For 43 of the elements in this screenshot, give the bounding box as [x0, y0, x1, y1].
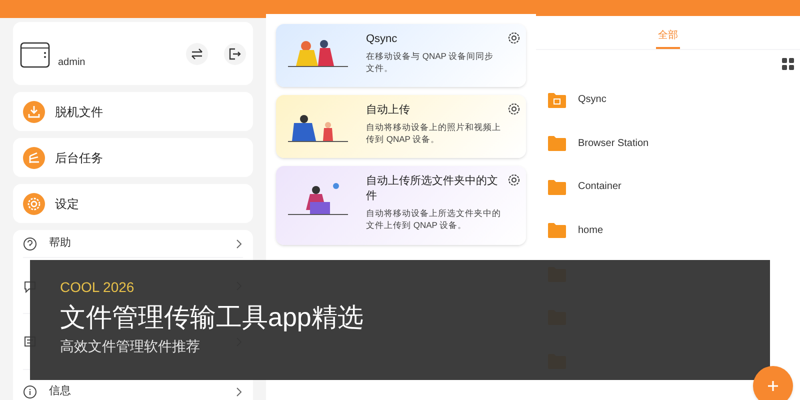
plus-icon — [767, 380, 779, 392]
folder-row[interactable]: Qsync — [536, 78, 800, 122]
chevron-right-icon — [235, 386, 243, 396]
stack-icon — [23, 146, 45, 168]
menu-link[interactable]: 信息 — [49, 383, 223, 400]
card-description: 在移动设备与 QNAP 设备间同步文件。 — [366, 50, 495, 74]
download-icon — [23, 100, 45, 122]
chevron-right-icon — [235, 238, 243, 248]
info-icon — [23, 384, 37, 398]
logout-icon — [229, 48, 241, 60]
menu-item[interactable]: 脱机文件 — [13, 92, 253, 131]
menu-item[interactable]: 后台任务 — [13, 138, 253, 177]
banner-subtitle: 高效文件管理软件推荐 — [60, 337, 201, 356]
grid-view-icon[interactable] — [782, 58, 794, 70]
settings-icon — [23, 192, 45, 214]
card-description: 自动将移动设备上的照片和视频上传到 QNAP 设备。 — [366, 121, 502, 145]
folder-icon — [548, 135, 566, 152]
card-title: Qsync — [366, 32, 398, 47]
folder-row[interactable]: Container — [536, 165, 800, 208]
feature-card[interactable]: 自动上传 自动将移动设备上的照片和视频上传到 QNAP 设备。 — [276, 95, 526, 158]
logout-button[interactable] — [224, 42, 246, 64]
banner-title: 文件管理传输工具app精选 — [60, 301, 364, 334]
feature-card[interactable]: Qsync 在移动设备与 QNAP 设备间同步文件。 — [276, 24, 526, 87]
folder-icon — [548, 92, 566, 108]
settings-icon[interactable] — [508, 32, 520, 44]
help-icon — [23, 236, 37, 250]
card-description: 自动将移动设备上所选文件夹中的文件上传到 QNAP 设备。 — [366, 207, 502, 231]
swap-arrows-icon — [191, 48, 203, 60]
switch-button[interactable] — [186, 42, 208, 64]
menu-item[interactable]: 设定 — [13, 184, 253, 223]
card-title: 自动上传所选文件夹中的文件 — [366, 174, 499, 204]
folder-icon — [548, 222, 566, 238]
add-button[interactable] — [753, 366, 793, 400]
folder-icon — [548, 178, 566, 195]
banner-tag: COOL 2026 — [60, 278, 770, 296]
settings-icon[interactable] — [508, 103, 520, 115]
settings-icon[interactable] — [508, 174, 520, 186]
username: admin — [58, 56, 86, 70]
feature-card[interactable]: 自动上传所选文件夹中的文件 自动将移动设备上所选文件夹中的文件上传到 QNAP 设备。 — [276, 166, 526, 245]
folder-row[interactable]: home — [536, 208, 800, 252]
folder-row[interactable]: Browser Station — [536, 122, 800, 165]
menu-link[interactable]: 帮助 — [49, 235, 223, 252]
card-title: 自动上传 — [366, 103, 411, 118]
